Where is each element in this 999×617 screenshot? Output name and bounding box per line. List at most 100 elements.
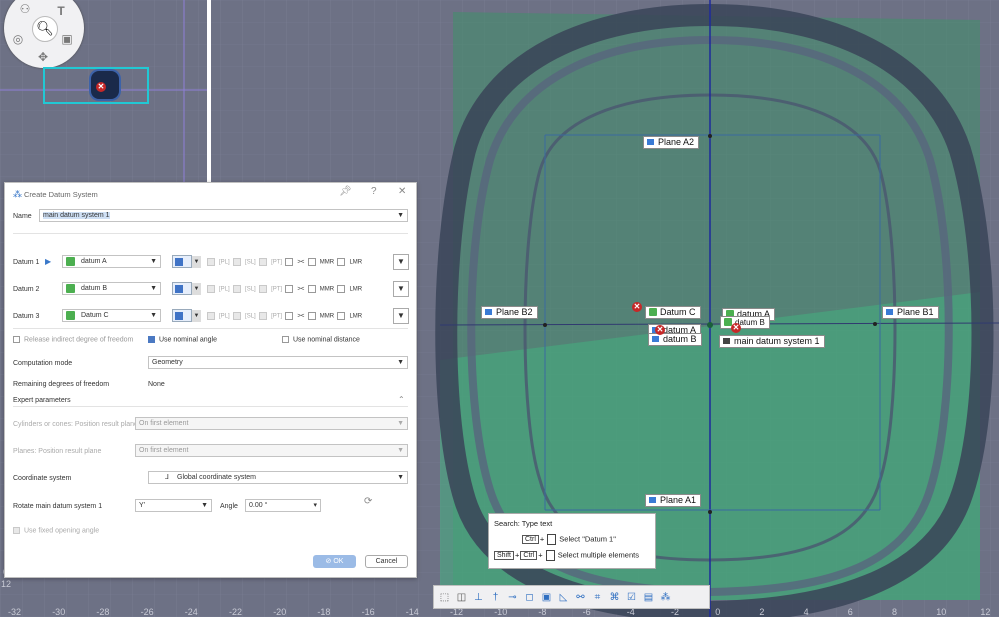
ok-button[interactable]: ⊘ OK (313, 555, 356, 568)
filter-icon[interactable]: ▼ (393, 254, 409, 270)
datum-3-modifiers[interactable]: [PL] [SL] [PT] >< MMR LMR (207, 312, 365, 320)
pin-icon[interactable]: 📌︎ (339, 186, 352, 197)
shift-key: Shift (494, 551, 515, 561)
angle-label: Angle (220, 503, 238, 510)
square-icon[interactable]: ◻ (523, 591, 536, 604)
datum-system-label[interactable]: main datum system 1 (719, 335, 825, 348)
mouse-icon (547, 534, 557, 545)
plane-label-a1[interactable]: Plane A1 (645, 494, 702, 507)
x-ruler-number: -18 (317, 607, 331, 617)
link-icon[interactable]: ⚯ (574, 591, 587, 604)
datum-icon (66, 310, 75, 320)
report-icon[interactable]: ▤ (642, 591, 655, 604)
x-ruler-number: 4 (803, 607, 809, 617)
rotate-preview-icon[interactable]: ⟳ (364, 496, 372, 507)
mirror-icon[interactable]: ◫ (455, 591, 468, 604)
datum-2-select[interactable]: datum B ▼ (62, 282, 161, 295)
close-icon[interactable]: ✕ (398, 186, 406, 197)
coordinate-system-label: Coordinate system (13, 475, 72, 482)
name-label: Name (13, 213, 32, 220)
rotate-label: Rotate main datum system 1 (13, 503, 103, 510)
datum-1-modifiers[interactable]: [PL] [SL] [PT] >< MMR LMR (207, 258, 365, 266)
x-ruler-number: 10 (936, 607, 947, 617)
filter-icon[interactable]: ▼ (393, 308, 409, 324)
planes-result-plane-label: Planes: Position result plane (13, 448, 102, 455)
remaining-dof-label: Remaining degrees of freedom (13, 381, 110, 388)
datum-label-b[interactable]: datum B (720, 316, 770, 329)
x-ruler-number: 0 (715, 607, 721, 617)
tooltip-select-multiple-text: Select multiple elements (557, 550, 639, 560)
cancel-button[interactable]: Cancel (365, 555, 408, 568)
selection-icon[interactable]: ⬚ (438, 591, 451, 604)
chevron-up-icon[interactable]: ⌃ (398, 395, 405, 404)
datum-label-c[interactable]: Datum C (645, 306, 701, 319)
help-icon[interactable]: ? (371, 186, 377, 197)
x-ruler-number: 6 (847, 607, 853, 617)
tooltip-select-multiple-line: Shift + Ctrl + Select multiple elements (493, 550, 639, 561)
computation-mode-select[interactable]: Geometry ▼ (148, 356, 408, 369)
datum-1-select[interactable]: datum A ▼ (62, 255, 161, 268)
x-ruler-number: 2 (759, 607, 765, 617)
plane-label-a2[interactable]: Plane A2 (643, 136, 700, 149)
computation-mode-label: Computation mode (13, 360, 73, 367)
datum-3-type-select[interactable]: ▼ (172, 309, 201, 322)
use-nominal-distance-checkbox[interactable]: Use nominal distance (282, 336, 360, 343)
x-ruler-number: -28 (96, 607, 110, 617)
planes-result-plane-select[interactable]: On first element ▼ (135, 444, 408, 457)
use-nominal-angle-checkbox[interactable]: Use nominal angle (148, 336, 217, 343)
filter-icon[interactable]: ▼ (393, 281, 409, 297)
angle-input[interactable]: 0.00 ° ▾ (245, 499, 321, 512)
datum-icon[interactable]: ⁂ (659, 591, 672, 604)
datum-value: Datum C (81, 312, 109, 319)
x-ruler-number: -22 (229, 607, 243, 617)
globe-icon[interactable]: ◎ (11, 32, 25, 46)
section-icon[interactable]: ▣ (540, 591, 553, 604)
create-datum-system-dialog: ⁂ Create Datum System 📌︎ ? ✕ Name main da… (4, 182, 417, 578)
search-icon[interactable]: 🔍︎ (32, 16, 58, 42)
x-ruler-number: -24 (184, 607, 198, 617)
plane-label-b2[interactable]: Plane B2 (481, 306, 538, 319)
selected-element-box[interactable]: ✕ (43, 67, 149, 104)
remaining-dof-value: None (148, 381, 165, 388)
axis-icon[interactable]: † (489, 591, 502, 604)
datum-1-type-select[interactable]: ▼ (172, 255, 201, 268)
x-ruler-number: -32 (8, 607, 22, 617)
error-marker-icon: ✕ (632, 302, 642, 312)
merge-icon[interactable]: ⌘ (608, 591, 621, 604)
y-ruler-number: 12 (1, 579, 12, 589)
datum-label-b-small[interactable]: datum B (648, 333, 702, 346)
coordinate-system-select[interactable]: ⅃ Global coordinate system ▼ (148, 471, 408, 484)
datum-3-label: Datum 3 (13, 313, 40, 320)
error-marker-icon: ✕ (96, 82, 106, 92)
cyl-result-plane-select[interactable]: On first element ▼ (135, 417, 408, 430)
plane-icon[interactable]: ⊥ (472, 591, 485, 604)
x-ruler-number: 8 (892, 607, 898, 617)
datum-icon (66, 283, 75, 293)
datum-3-select[interactable]: Datum C ▼ (62, 309, 161, 322)
expert-parameters-header[interactable]: Expert parameters (13, 397, 71, 404)
datum-2-type-select[interactable]: ▼ (172, 282, 201, 295)
plane-label-b1[interactable]: Plane B1 (882, 306, 939, 319)
move-icon[interactable]: ✥ (36, 50, 50, 64)
error-marker-icon: ✕ (731, 323, 741, 333)
error-marker-icon: ✕ (655, 325, 665, 335)
search-tooltip: Search: Type text Ctrl + Select "Datum 1" … (488, 513, 656, 569)
grid-icon[interactable]: ⌗ (591, 591, 604, 604)
datum-2-modifiers[interactable]: [PL] [SL] [PT] >< MMR LMR (207, 285, 365, 293)
datum-value: datum A (81, 258, 107, 265)
measure-icon[interactable]: ◺ (557, 591, 570, 604)
rotate-axis-select[interactable]: Y' ▼ (135, 499, 212, 512)
checklist-icon[interactable]: ☑ (625, 591, 638, 604)
users-icon[interactable]: ⚇ (18, 2, 32, 16)
text-icon[interactable]: T (54, 4, 68, 18)
line-icon[interactable]: ⊸ (506, 591, 519, 604)
name-field[interactable]: main datum system 1 ▼ (39, 209, 408, 222)
ctrl-key: Ctrl (522, 535, 539, 545)
use-fixed-opening-angle-checkbox[interactable]: Use fixed opening angle (13, 527, 99, 534)
x-ruler-number: 12 (980, 607, 991, 617)
release-dof-checkbox[interactable]: Release indirect degree of freedom (13, 336, 133, 343)
name-value: main datum system 1 (43, 212, 110, 219)
tooltip-select-datum-line: Ctrl + Select "Datum 1" (521, 534, 616, 545)
crop-icon[interactable]: ▣ (60, 32, 74, 46)
current-datum-arrow-icon: ▶ (45, 257, 52, 266)
